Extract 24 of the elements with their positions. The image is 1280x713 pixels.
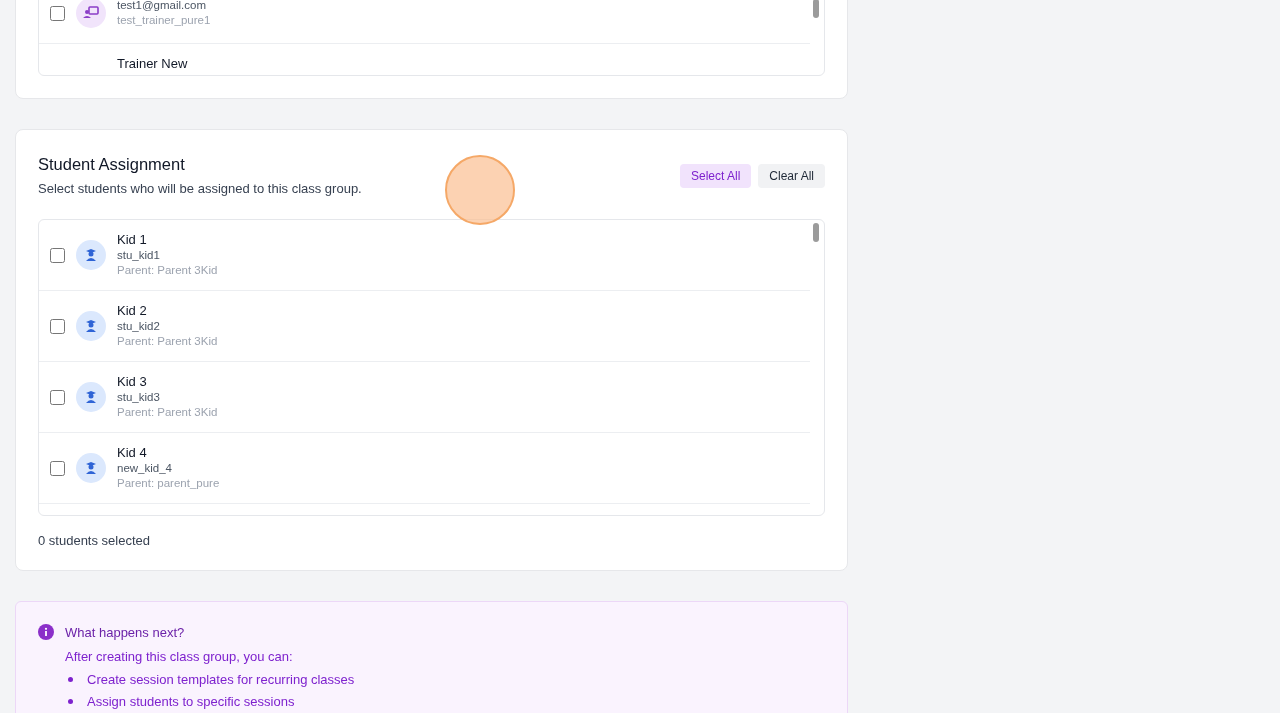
section-title: Student Assignment [38, 155, 186, 174]
section-description: Select students who will be assigned to this class group. [38, 181, 362, 196]
student-username: stu_kid3 [117, 390, 161, 405]
select-all-button[interactable]: Select All [679, 164, 752, 188]
trainer-name: Trainer New [117, 56, 188, 72]
student-parent: Parent: Parent 3Kid [117, 263, 218, 278]
student-name: Kid 1 [117, 232, 148, 248]
student-username: new_kid_4 [117, 461, 173, 476]
student-name: Kid 3 [117, 374, 148, 390]
info-text: After creating this class group, you can: [65, 649, 294, 664]
selected-count: 0 students selected [38, 533, 152, 548]
info-title: What happens next? [65, 624, 185, 640]
clear-all-button[interactable]: Clear All [758, 164, 825, 188]
info-list-item: Assign students to specific sessions [87, 693, 295, 709]
student-parent: Parent: parent_pure [117, 476, 220, 491]
info-list-item: Create session templates for recurring classes [87, 671, 355, 687]
student-name: Kid 4 [117, 445, 148, 461]
student-username: stu_kid2 [117, 319, 161, 334]
student-parent: Parent: Parent 3Kid [117, 405, 218, 420]
student-name: Kid 2 [117, 303, 148, 319]
trainer-username: test_trainer_pure1 [117, 13, 211, 28]
student-username: stu_kid1 [117, 248, 161, 263]
student-parent: Parent: Parent 3Kid [117, 334, 218, 349]
trainer-email: test1@gmail.com [117, 0, 207, 13]
